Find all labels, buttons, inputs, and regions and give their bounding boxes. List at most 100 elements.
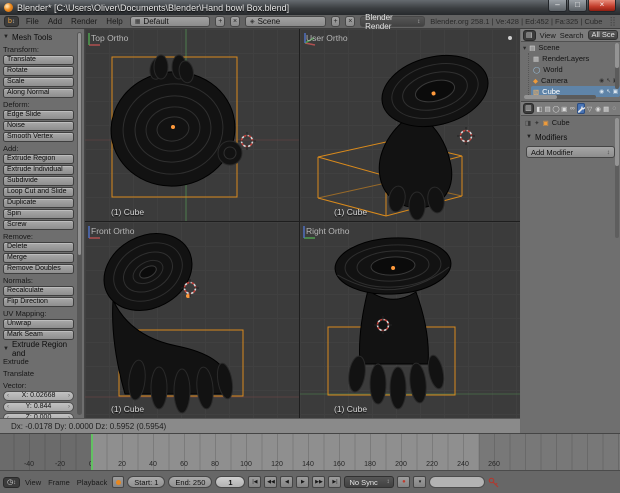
delete-layout-button[interactable]: × [230,16,240,27]
viewport-label: Front Ortho [91,226,134,236]
viewport-right-ortho[interactable]: Right Ortho (1) Cube [300,222,520,418]
minimize-button[interactable]: – [548,0,567,12]
tab-scene[interactable]: ▤ [544,103,551,114]
outliner-menu-search[interactable]: Search [560,31,584,40]
outliner-vscrollbar[interactable] [615,43,619,89]
vector-x-field[interactable]: ‹X: 0.02668› [3,391,74,401]
start-frame-field[interactable]: Start: 1 [127,476,165,488]
timeline-ruler[interactable]: -40 -20 0 20 40 60 80 100 120 140 160 18… [0,433,620,470]
play-button[interactable]: ▶ [296,476,309,488]
operator-translate-label: Translate [3,369,74,379]
menu-add[interactable]: Add [46,17,64,26]
tool-button-merge[interactable]: Merge [3,253,74,263]
outliner-editor-type-button[interactable]: ▤ [523,30,536,41]
tab-material[interactable]: ◉ [594,103,601,114]
viewport-top-wireframe [85,29,299,221]
play-reverse-button[interactable]: ◀ [280,476,293,488]
timeline-menu-frame[interactable]: Frame [46,478,72,487]
menu-help[interactable]: Help [104,17,124,26]
editor-type-button[interactable]: b↕ [4,16,19,27]
properties-editor-type-button[interactable]: ▥ [523,103,534,114]
screen-layout-select[interactable]: ▦ Default [130,16,211,27]
tool-button-noise[interactable]: Noise [3,121,74,131]
timeline-menu-playback[interactable]: Playback [75,478,109,487]
scene-select[interactable]: ◈ Scene [245,16,326,27]
keying-options-button[interactable]: ▾ [413,476,426,488]
window-titlebar[interactable]: Blender* [C:\Users\Oliver\Documents\Blen… [0,0,620,15]
jump-to-start-button[interactable]: |◀ [248,476,261,488]
delete-scene-button[interactable]: × [345,16,355,27]
menu-file[interactable]: File [24,17,41,26]
outliner-menu-view[interactable]: View [540,31,556,40]
tab-constraints[interactable]: ∞ [569,103,576,114]
menu-render[interactable]: Render [69,17,99,26]
insert-keyframe-key-icon[interactable] [488,477,499,488]
tool-button-screw[interactable]: Screw [3,220,74,230]
tool-button-unwrap[interactable]: Unwrap [3,319,74,329]
tool-button-loop-cut-and-slide[interactable]: Loop Cut and Slide [3,187,74,197]
current-frame-field[interactable]: 1 [215,476,245,488]
tab-texture[interactable]: ▦ [603,103,610,114]
close-button[interactable]: × [588,0,616,12]
keying-set-field[interactable] [429,476,485,488]
next-keyframe-button[interactable]: ▶▶ [312,476,325,488]
timeline-editor-type-button[interactable]: ◷↕ [3,477,20,488]
tool-button-remove-doubles[interactable]: Remove Doubles [3,264,74,274]
add-scene-button[interactable]: + [331,16,341,27]
pin-icon[interactable]: ◨ [525,119,531,127]
outliner-scope-select[interactable]: All Sce [588,30,619,40]
outliner-hscrollbar[interactable] [524,95,596,99]
tool-button-edge-slide[interactable]: Edge Slide [3,110,74,120]
tool-button-duplicate[interactable]: Duplicate [3,198,74,208]
tool-button-subdivide[interactable]: Subdivide [3,176,74,186]
tab-modifiers[interactable] [577,103,585,114]
ruler-label: 40 [149,461,157,468]
timeline-menu-view[interactable]: View [23,478,43,487]
add-modifier-button[interactable]: Add Modifier ↕ [526,146,615,158]
tool-button-flip-direction[interactable]: Flip Direction [3,297,74,307]
tool-button-translate[interactable]: Translate [3,55,74,65]
tool-shelf-scrollbar[interactable] [77,32,82,415]
viewport-user-ortho[interactable]: User Ortho (1) Cube [300,29,520,221]
viewport-top-ortho[interactable]: Top Ortho (1) Cube [85,29,299,221]
operator-panel-header[interactable]: ▼ Extrude Region and [3,343,74,355]
outliner-item-camera[interactable]: ◆ Camera ◉↖▣ [531,75,620,86]
modifiers-panel-title: Modifiers [535,133,567,142]
viewport-front-ortho[interactable]: Front Ortho (1) Cube [85,222,299,418]
add-layout-button[interactable]: + [215,16,225,27]
outliner-item-world[interactable]: ◯ World [531,64,620,75]
tab-physics[interactable]: ◌ [611,103,618,114]
tool-button-scale[interactable]: Scale [3,77,74,87]
outliner-item-renderlayers[interactable]: ▦ RenderLayers [531,53,620,64]
tool-button-extrude-individual[interactable]: Extrude Individual [3,165,74,175]
vector-y-field[interactable]: ‹Y: 0.844› [3,402,74,412]
operator-extrude-label: Extrude [3,357,74,367]
tool-button-along-normal[interactable]: Along Normal [3,88,74,98]
tool-button-delete[interactable]: Delete [3,242,74,252]
sync-mode-select[interactable]: No Sync ↕ [344,476,394,488]
maximize-button[interactable]: □ [568,0,587,12]
properties-scrollbar[interactable] [615,118,619,238]
current-frame-playhead[interactable] [91,434,93,471]
render-engine-select[interactable]: Blender Render ↕ [360,16,425,27]
tab-world[interactable]: ◯ [552,103,559,114]
tool-button-spin[interactable]: Spin [3,209,74,219]
use-preview-range-toggle[interactable] [112,476,124,488]
tool-button-smooth-vertex[interactable]: Smooth Vertex [3,132,74,142]
tab-object[interactable]: ▣ [561,103,568,114]
tool-button-recalculate[interactable]: Recalculate [3,286,74,296]
tab-render[interactable]: ◧ [536,103,543,114]
restrict-icons[interactable]: ◉↖▣ [599,89,618,95]
jump-to-end-button[interactable]: ▶| [328,476,341,488]
modifiers-panel-header[interactable]: ▼ Modifiers [526,131,615,143]
auto-keyframe-record-button[interactable]: ● [397,476,410,488]
outliner-item-scene[interactable]: ▾ ▤ Scene [521,42,620,53]
tool-button-extrude-region[interactable]: Extrude Region [3,154,74,164]
tool-button-rotate[interactable]: Rotate [3,66,74,76]
end-frame-field[interactable]: End: 250 [168,476,212,488]
render-engine-value: Blender Render [365,13,414,31]
mesh-tools-panel-header[interactable]: ▼ Mesh Tools [3,31,74,43]
tool-button-mark-seam[interactable]: Mark Seam [3,330,74,340]
prev-keyframe-button[interactable]: ◀◀ [264,476,277,488]
tab-object-data[interactable]: ▽ [586,103,593,114]
